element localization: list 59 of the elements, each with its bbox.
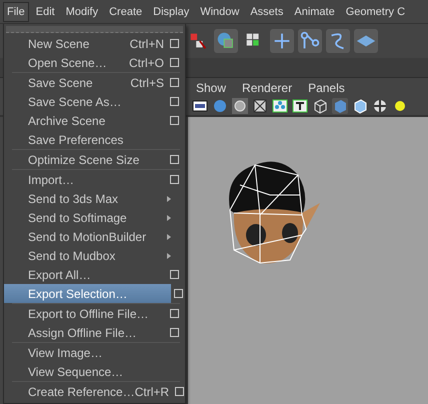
snap-plane-icon[interactable] xyxy=(354,29,378,53)
submenu-arrow-icon xyxy=(167,252,171,258)
option-box-icon[interactable] xyxy=(175,387,184,396)
menu-item[interactable]: Window xyxy=(196,2,244,22)
menu-item[interactable]: Create Reference…Ctrl+R xyxy=(4,382,185,401)
mesh-icon[interactable] xyxy=(252,98,268,114)
film-icon[interactable] xyxy=(192,98,208,114)
menu-item[interactable]: New Scene Ctrl+N xyxy=(4,34,185,53)
menu-item[interactable]: View Sequence… xyxy=(4,362,185,381)
option-box-icon[interactable] xyxy=(170,270,179,279)
submenu-arrow-icon xyxy=(167,196,171,202)
menu-item[interactable]: Import… xyxy=(4,170,185,189)
menu-item[interactable]: Export to Offline File… xyxy=(4,304,185,323)
option-box-icon[interactable] xyxy=(170,328,179,337)
checker-ball-icon[interactable] xyxy=(372,98,388,114)
menu-item[interactable]: Save Preferences xyxy=(4,130,185,149)
menu-item[interactable]: Geometry C xyxy=(342,2,410,22)
wireframe-cube-icon[interactable] xyxy=(312,98,328,114)
menu-item[interactable]: Animate xyxy=(290,2,339,22)
menu-item[interactable]: Assign Offline File… xyxy=(4,323,185,342)
dots-icon[interactable] xyxy=(272,98,288,114)
menu-item[interactable]: Export All… xyxy=(4,265,185,284)
submenu-arrow-icon xyxy=(167,234,171,240)
snap-plus-icon[interactable] xyxy=(270,29,294,53)
panel-menu-item[interactable]: Renderer xyxy=(242,78,292,96)
menu-item[interactable]: Send to Mudbox xyxy=(4,246,185,265)
menu-item[interactable]: View Image… xyxy=(4,343,185,362)
option-box-icon[interactable] xyxy=(174,289,183,298)
menu-item[interactable]: File xyxy=(3,2,29,22)
cube-icon[interactable] xyxy=(352,98,368,114)
panel-menu-item[interactable]: Show xyxy=(196,78,226,96)
option-box-icon[interactable] xyxy=(170,309,179,318)
viewport[interactable] xyxy=(188,117,428,404)
menu-item[interactable]: Optimize Scene Size xyxy=(4,150,185,169)
menu-item[interactable]: Display xyxy=(149,2,194,22)
menu-item[interactable]: Send to MotionBuilder xyxy=(4,227,185,246)
snap-curve-icon[interactable] xyxy=(298,29,322,53)
panel-menu-item[interactable]: Panels xyxy=(308,78,345,96)
menu-item[interactable]: Save Scene As… xyxy=(4,92,185,111)
submenu-arrow-icon xyxy=(167,214,171,220)
menu-item[interactable]: Create xyxy=(105,2,146,22)
menu-item[interactable]: Save Scene Ctrl+S xyxy=(4,73,185,92)
menu-item[interactable]: Archive Scene xyxy=(4,111,185,130)
menu-item[interactable]: Send to 3ds Max xyxy=(4,189,185,208)
menu-item[interactable]: Send to Softimage xyxy=(4,208,185,227)
light-icon[interactable] xyxy=(392,98,408,114)
option-box-icon[interactable] xyxy=(170,155,179,164)
option-box-icon[interactable] xyxy=(170,116,179,125)
option-box-icon[interactable] xyxy=(170,97,179,106)
option-box-icon[interactable] xyxy=(170,78,179,87)
option-box-icon[interactable] xyxy=(170,39,179,48)
option-box-icon[interactable] xyxy=(170,58,179,67)
circle-icon[interactable] xyxy=(232,98,248,114)
menu-item[interactable]: Modify xyxy=(62,2,102,22)
text-icon[interactable] xyxy=(292,98,308,114)
option-box-icon[interactable] xyxy=(170,175,179,184)
menu-item[interactable]: Edit xyxy=(32,2,59,22)
menu-item[interactable]: Open Scene… Ctrl+O xyxy=(4,53,185,72)
menu-item[interactable]: Assets xyxy=(246,2,288,22)
